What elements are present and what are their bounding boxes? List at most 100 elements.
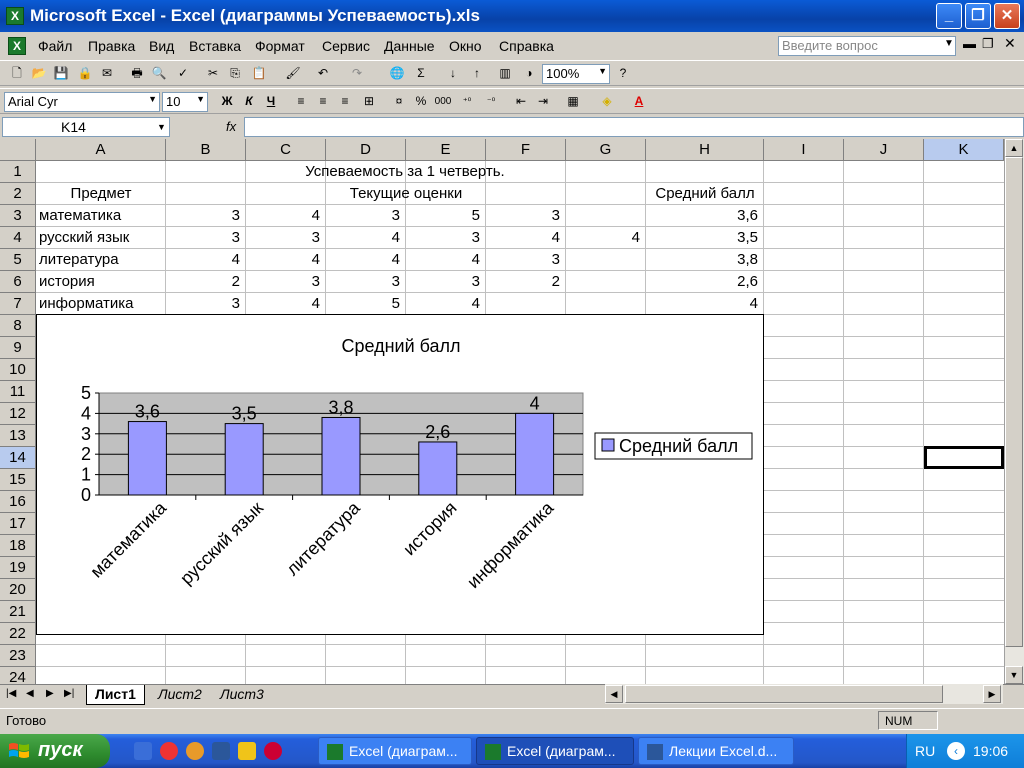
borders-icon[interactable]: ▦ bbox=[564, 93, 582, 110]
grade-cell[interactable]: 3 bbox=[486, 251, 560, 268]
grade-cell[interactable]: 4 bbox=[246, 207, 320, 224]
grade-cell[interactable]: 4 bbox=[246, 295, 320, 312]
row-header-24[interactable]: 24 bbox=[0, 667, 36, 684]
subject-cell[interactable]: математика bbox=[39, 207, 121, 224]
new-file-icon[interactable]: 🗋 bbox=[8, 65, 26, 82]
grade-cell[interactable]: 4 bbox=[326, 251, 400, 268]
sort-ascending-icon[interactable]: ↓ bbox=[444, 65, 462, 82]
drawing-icon[interactable]: ◑ bbox=[520, 65, 538, 82]
horizontal-scroll-thumb[interactable] bbox=[625, 685, 943, 703]
grade-cell[interactable]: 4 bbox=[246, 251, 320, 268]
quicklaunch-player-icon[interactable] bbox=[264, 742, 282, 760]
row-header-12[interactable]: 12 bbox=[0, 403, 36, 425]
column-header-j[interactable]: J bbox=[844, 139, 924, 161]
column-header-i[interactable]: I bbox=[764, 139, 844, 161]
row-header-11[interactable]: 11 bbox=[0, 381, 36, 403]
email-icon[interactable]: ✉ bbox=[98, 65, 116, 82]
font-size-select[interactable]: 10 ▼ bbox=[162, 92, 208, 112]
close-button[interactable]: ✕ bbox=[994, 3, 1020, 29]
average-cell[interactable]: 4 bbox=[646, 295, 758, 312]
increase-indent-icon[interactable]: ⇥ bbox=[534, 93, 552, 110]
decrease-indent-icon[interactable]: ⇤ bbox=[512, 93, 530, 110]
menu-help[interactable]: Справка bbox=[499, 38, 554, 54]
subject-cell[interactable]: литература bbox=[39, 251, 119, 268]
copy-icon[interactable]: ⎘ bbox=[226, 65, 244, 82]
print-icon[interactable]: 🖶 bbox=[128, 65, 146, 82]
menu-insert[interactable]: Вставка bbox=[189, 38, 241, 54]
row-header-19[interactable]: 19 bbox=[0, 557, 36, 579]
grade-cell[interactable]: 3 bbox=[166, 207, 240, 224]
grade-cell[interactable]: 5 bbox=[326, 295, 400, 312]
help-search-input[interactable]: Введите вопрос bbox=[778, 36, 956, 56]
align-right-icon[interactable]: ≡ bbox=[336, 93, 354, 110]
column-header-b[interactable]: B bbox=[166, 139, 246, 161]
italic-button[interactable]: К bbox=[240, 93, 258, 110]
sheet-title-cell[interactable]: Успеваемость за 1 четверть. bbox=[166, 163, 644, 180]
open-folder-icon[interactable]: 📂 bbox=[30, 65, 48, 82]
average-cell[interactable]: 3,6 bbox=[646, 207, 758, 224]
thousands-button[interactable]: 000 bbox=[434, 93, 452, 110]
horizontal-scrollbar[interactable]: ◀ ▶ bbox=[605, 684, 1003, 704]
column-header-a[interactable]: A bbox=[36, 139, 166, 161]
grade-cell[interactable]: 4 bbox=[406, 295, 480, 312]
redo-icon[interactable]: ↷ bbox=[348, 65, 366, 82]
name-box[interactable]: K14 bbox=[2, 117, 170, 137]
row-header-22[interactable]: 22 bbox=[0, 623, 36, 645]
percent-button[interactable]: % bbox=[412, 93, 430, 110]
grade-cell[interactable]: 4 bbox=[326, 229, 400, 246]
column-header-h[interactable]: H bbox=[646, 139, 764, 161]
hyperlink-icon[interactable]: 🌐 bbox=[388, 65, 406, 82]
scroll-up-icon[interactable]: ▲ bbox=[1005, 139, 1023, 157]
menu-file[interactable]: Файл bbox=[38, 38, 72, 54]
decrease-decimal-icon[interactable]: ⁻⁰ bbox=[482, 93, 500, 110]
print-preview-icon[interactable]: 🔍 bbox=[150, 65, 168, 82]
row-header-17[interactable]: 17 bbox=[0, 513, 36, 535]
menu-view[interactable]: Вид bbox=[149, 38, 174, 54]
permission-icon[interactable]: 🔒 bbox=[76, 65, 94, 82]
increase-decimal-icon[interactable]: ⁺⁰ bbox=[458, 93, 476, 110]
align-center-icon[interactable]: ≡ bbox=[314, 93, 332, 110]
sheet-tab-1[interactable]: Лист1 bbox=[86, 685, 145, 705]
align-left-icon[interactable]: ≡ bbox=[292, 93, 310, 110]
grade-cell[interactable]: 2 bbox=[486, 273, 560, 290]
language-indicator[interactable]: RU bbox=[915, 743, 935, 759]
quicklaunch-word-icon[interactable] bbox=[212, 742, 230, 760]
document-icon[interactable]: X bbox=[8, 37, 26, 55]
doc-minimize-icon[interactable]: ▬ bbox=[963, 36, 976, 51]
row-header-14[interactable]: 14 bbox=[0, 447, 36, 469]
row-header-10[interactable]: 10 bbox=[0, 359, 36, 381]
cut-icon[interactable]: ✂ bbox=[204, 65, 222, 82]
doc-restore-icon[interactable]: ❐ bbox=[982, 36, 994, 52]
grade-cell[interactable]: 3 bbox=[166, 295, 240, 312]
row-header-23[interactable]: 23 bbox=[0, 645, 36, 667]
zoom-select[interactable]: 100% ▼ bbox=[542, 64, 610, 84]
row-header-9[interactable]: 9 bbox=[0, 337, 36, 359]
grade-cell[interactable]: 4 bbox=[566, 229, 640, 246]
autosum-icon[interactable]: Σ bbox=[412, 65, 430, 82]
scroll-down-icon[interactable]: ▼ bbox=[1005, 666, 1023, 684]
subject-cell[interactable]: информатика bbox=[39, 295, 134, 312]
underline-button[interactable]: Ч bbox=[262, 93, 280, 110]
worksheet-grid[interactable]: ABCDEFGHIJK 1 2 3 4 5 6 7 8 9 10 11 12 13 14 15 16 17 18 1… bbox=[0, 139, 1004, 684]
column-header-f[interactable]: F bbox=[486, 139, 566, 161]
sort-descending-icon[interactable]: ↑ bbox=[468, 65, 486, 82]
paste-icon[interactable]: 📋 bbox=[250, 65, 268, 82]
maximize-button[interactable]: ❐ bbox=[965, 3, 991, 29]
row-header-8[interactable]: 8 bbox=[0, 315, 36, 337]
start-button[interactable]: пуск bbox=[0, 734, 110, 768]
prev-sheet-icon[interactable]: ◀ bbox=[26, 688, 34, 699]
scroll-right-icon[interactable]: ▶ bbox=[983, 685, 1001, 703]
row-header-5[interactable]: 5 bbox=[0, 249, 36, 271]
scroll-left-icon[interactable]: ◀ bbox=[605, 685, 623, 703]
doc-close-icon[interactable]: ✕ bbox=[1004, 35, 1016, 52]
grade-cell[interactable]: 3 bbox=[246, 273, 320, 290]
sheet-tab-2[interactable]: Лист2 bbox=[150, 685, 210, 705]
row-header-2[interactable]: 2 bbox=[0, 183, 36, 205]
help-dropdown-icon[interactable]: ▼ bbox=[944, 38, 954, 49]
embedded-chart[interactable]: Средний балл 0 1 2 3 4 5 3,6 математика 3,5 русски… bbox=[36, 314, 764, 635]
merge-center-icon[interactable]: ⊞ bbox=[360, 93, 378, 110]
task-excel-1[interactable]: Excel (диаграм... bbox=[318, 737, 472, 765]
menu-edit[interactable]: Правка bbox=[88, 38, 135, 54]
formula-input[interactable] bbox=[244, 117, 1024, 137]
grade-cell[interactable]: 3 bbox=[246, 229, 320, 246]
